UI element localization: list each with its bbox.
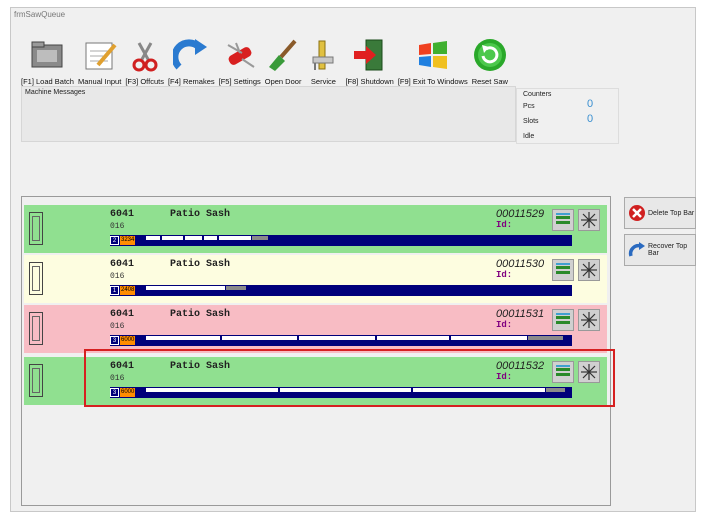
recover-arrow-icon [628, 242, 645, 257]
reset-saw-button[interactable]: Reset Saw [470, 26, 510, 86]
starburst-icon [581, 262, 597, 278]
reset-icon [472, 37, 508, 73]
cut-piece [298, 336, 375, 340]
slots-value: 0 [587, 113, 594, 125]
bar-length: 2408 [120, 286, 136, 295]
bar-piece-count: 2 [110, 236, 119, 245]
exit-to-windows-button[interactable]: [F9] Exit To Windows [396, 26, 470, 86]
delete-top-bar-label: Delete Top Bar [648, 209, 695, 217]
bar-number: 00011531 [496, 308, 545, 320]
counters-panel: Counters Pcs 0 Slots 0 Idle [516, 88, 619, 144]
cut-piece [146, 336, 221, 340]
machine-messages-caption: Machine Messages [25, 89, 86, 96]
shutdown-button[interactable]: [F8] Shutdown [343, 26, 395, 86]
redo-arrow-icon [171, 37, 209, 73]
bar-cut-track: 2 3234 [110, 235, 572, 246]
starburst-icon [581, 312, 597, 328]
bar-waste-segment [225, 286, 246, 290]
cut-piece [146, 236, 160, 240]
cut-piece [219, 236, 251, 240]
cut-piece [222, 336, 297, 340]
bar-length: 6000 [120, 336, 136, 345]
bar-profile-icon [29, 262, 43, 295]
bar-profile-code: 6041 [110, 259, 135, 270]
bar-color-code: 016 [110, 222, 125, 231]
cut-burst-button[interactable] [578, 259, 600, 281]
paintbrush-icon [265, 37, 301, 73]
recover-top-bar-button[interactable]: Recover Top Bar [624, 234, 696, 266]
bar-length: 3234 [120, 236, 136, 245]
queue-bar-row[interactable]: 6041 Patio Sash 016 00011531 Id: 3 6000 [24, 305, 607, 353]
counters-caption: Counters [523, 91, 552, 98]
bar-profile-icon [29, 364, 43, 397]
pcs-label: Pcs [523, 103, 535, 110]
cut-piece [146, 286, 225, 290]
queue-bar-row[interactable]: 6041 Patio Sash 016 00011529 Id: 2 3234 [24, 205, 607, 253]
bar-cut-track: 3 6000 [110, 335, 572, 346]
recover-top-bar-label: Recover Top Bar [648, 243, 688, 257]
bar-description: Patio Sash [170, 259, 231, 270]
notepad-pencil-icon [82, 37, 118, 73]
bar-profile-code: 6041 [110, 309, 135, 320]
caliper-icon [305, 37, 341, 73]
saw-view-button[interactable] [552, 309, 574, 331]
toolbar: [F1] Load Batch Manual Input [F3] Offcut… [19, 26, 510, 88]
swiss-knife-icon [222, 37, 258, 73]
saw-view-button[interactable] [552, 209, 574, 231]
bar-waste-segment [527, 336, 563, 340]
saw-view-button[interactable] [552, 259, 574, 281]
cut-burst-button[interactable] [578, 309, 600, 331]
settings-button[interactable]: [F5] Settings [217, 26, 263, 86]
window-title: frmSawQueue [14, 10, 66, 19]
bar-description: Patio Sash [170, 209, 231, 220]
folder-icon [29, 37, 65, 73]
bar-id-label: Id: [496, 270, 513, 280]
bar-id-label: Id: [496, 220, 513, 230]
load-batch-button[interactable]: [F1] Load Batch [19, 26, 76, 86]
bar-description: Patio Sash [170, 309, 231, 320]
offcuts-button[interactable]: [F3] Offcuts [123, 26, 166, 86]
delete-icon [629, 205, 645, 221]
bar-piece-count: 3 [110, 336, 119, 345]
idle-label: Idle [523, 133, 535, 140]
manual-input-button[interactable]: Manual Input [76, 26, 123, 86]
bar-color-code: 016 [110, 272, 125, 281]
bar-id-label: Id: [496, 320, 513, 330]
windows-logo-icon [415, 37, 451, 73]
bar-cut-track: 1 2408 [110, 285, 572, 296]
bar-profile-icon [29, 212, 43, 245]
bar-number: 00011529 [496, 208, 545, 220]
remakes-button[interactable]: [F4] Remakes [166, 26, 217, 86]
bar-color-code: 016 [110, 322, 125, 331]
bar-waste-segment [252, 236, 268, 240]
saw-icon [556, 263, 570, 274]
cut-piece [161, 236, 184, 240]
bar-piece-count: 1 [110, 286, 119, 295]
saw-queue-window: frmSawQueue [F1] Load Batch Manual Input… [10, 7, 696, 512]
starburst-icon [581, 212, 597, 228]
cut-piece [451, 336, 527, 340]
scissors-icon [127, 37, 163, 73]
bar-profile-code: 6041 [110, 209, 135, 220]
exit-door-icon [352, 37, 388, 73]
saw-icon [556, 313, 570, 324]
cut-burst-button[interactable] [578, 209, 600, 231]
slots-label: Slots [523, 118, 539, 125]
open-door-button[interactable]: Open Door [263, 26, 304, 86]
saw-icon [556, 213, 570, 224]
cut-piece [204, 236, 218, 240]
queue-bar-row[interactable]: 6041 Patio Sash 016 00011530 Id: 1 2408 [24, 255, 607, 303]
bar-profile-icon [29, 312, 43, 345]
bar-number: 00011530 [496, 258, 545, 270]
machine-messages-panel: Machine Messages [21, 86, 516, 142]
delete-top-bar-button[interactable]: Delete Top Bar [624, 197, 696, 229]
cut-piece [377, 336, 450, 340]
pcs-value: 0 [587, 98, 594, 110]
cut-piece [185, 236, 203, 240]
service-button[interactable]: Service [303, 26, 343, 86]
selected-bar-highlight [84, 349, 615, 407]
